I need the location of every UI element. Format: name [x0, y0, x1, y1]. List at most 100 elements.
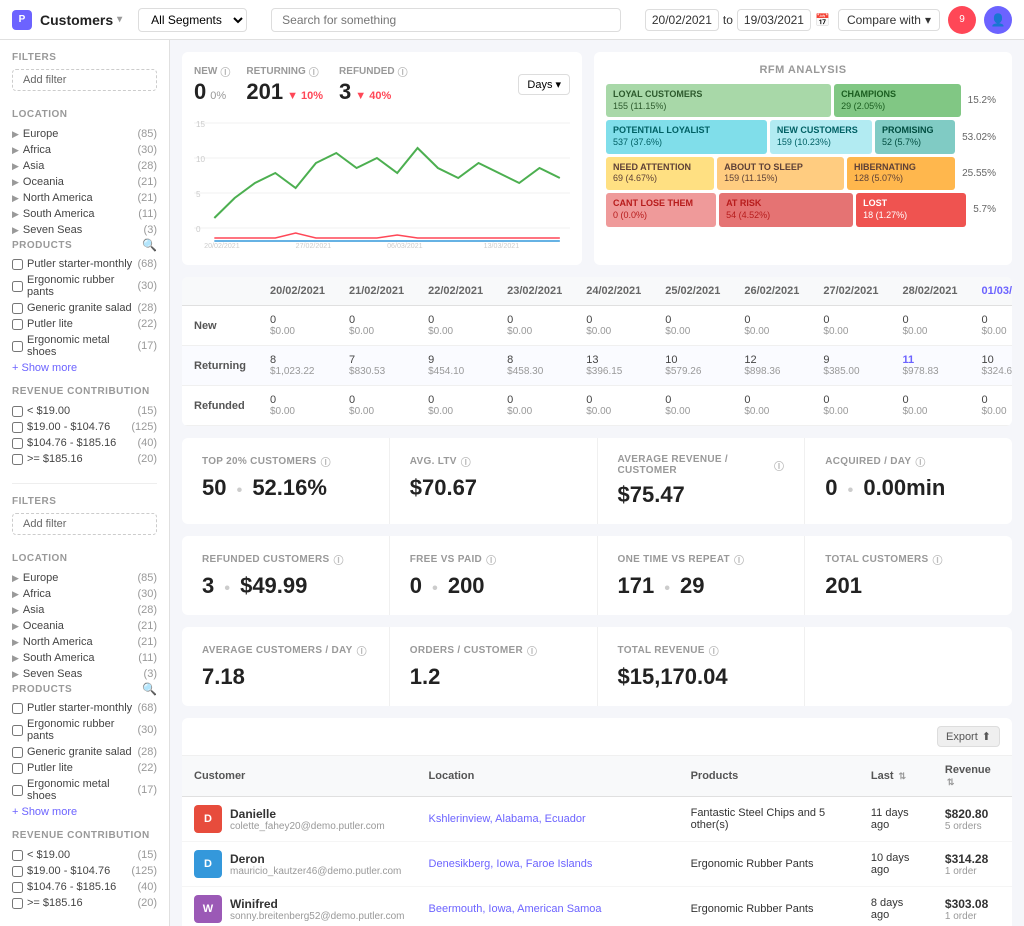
ret-22: 9$454.10 [416, 346, 495, 386]
table-row[interactable]: D Danielle colette_fahey20@demo.putler.c… [182, 797, 1012, 842]
customers-table: Customer Location Products Last ⇅ Revenu… [182, 756, 1012, 926]
product-checkbox[interactable] [12, 763, 23, 774]
location-item[interactable]: ▶North America(21) [12, 190, 157, 206]
refunded-label: REFUNDED ⓘ [339, 64, 408, 79]
location-item[interactable]: ▶Asia(28) [12, 602, 157, 618]
col-revenue[interactable]: Revenue ⇅ [933, 756, 1012, 797]
products-search-icon[interactable]: 🔍 [142, 238, 157, 252]
refunded-stat: REFUNDED ⓘ 3 ▼ 40% [339, 64, 408, 105]
svg-text:10: 10 [196, 155, 206, 164]
product-list-2: Putler starter-monthly(68)Ergonomic rubb… [12, 700, 157, 804]
compare-with-button[interactable]: Compare with ▾ [838, 9, 940, 31]
returning-label: RETURNING ⓘ [246, 64, 323, 79]
chevron-down-icon: ▾ [555, 78, 561, 91]
product-checkbox[interactable] [12, 281, 23, 292]
product-checkbox[interactable] [12, 303, 23, 314]
location-item[interactable]: ▶Africa(30) [12, 142, 157, 158]
customer-name[interactable]: Winifred [230, 897, 405, 911]
location-link[interactable]: Kshlerinview, Alabama, Ecuador [429, 813, 586, 825]
refunded-value: 3 [339, 79, 351, 105]
ref-27: 0$0.00 [811, 386, 890, 426]
show-more-products-2[interactable]: + Show more [12, 804, 157, 820]
search-input[interactable] [271, 8, 621, 32]
product-checkbox[interactable] [12, 319, 23, 330]
location-item[interactable]: ▶South America(11) [12, 206, 157, 222]
product-checkbox[interactable] [12, 785, 23, 796]
location-cell: Denesikberg, Iowa, Faroe Islands [417, 842, 679, 887]
new-28: 0$0.00 [890, 306, 969, 346]
svg-text:20/02/2021: 20/02/2021 [204, 243, 240, 250]
revenue-checkbox[interactable] [12, 438, 23, 449]
product-checkbox[interactable] [12, 725, 23, 736]
segment-select-input[interactable]: All Segments [138, 8, 247, 32]
total-customers-metric: TOTAL CUSTOMERS ⓘ 201 [805, 536, 1012, 615]
products-search-icon-2[interactable]: 🔍 [142, 682, 157, 696]
location-link[interactable]: Beermouth, Iowa, American Samoa [429, 903, 602, 915]
date-from[interactable]: 20/02/2021 [645, 9, 719, 31]
main-layout: FILTERS Add filter LOCATION ▶Europe(85)▶… [0, 40, 1024, 926]
revenue-checkbox[interactable] [12, 850, 23, 861]
days-button[interactable]: Days ▾ [518, 74, 570, 95]
new-01: 0$0.00 [970, 306, 1012, 346]
revenue-checkbox[interactable] [12, 882, 23, 893]
metrics-row-1: TOP 20% CUSTOMERS ⓘ 50 • 52.16% AVG. LTV… [182, 438, 1012, 524]
revenue-checkbox[interactable] [12, 454, 23, 465]
location-item[interactable]: ▶South America(11) [12, 650, 157, 666]
add-filter-button-2[interactable]: Add filter [12, 513, 157, 535]
new-pct: 0% [210, 90, 226, 102]
new-26: 0$0.00 [732, 306, 811, 346]
customer-email: mauricio_kautzer46@demo.putler.com [230, 866, 401, 877]
revenue-item: < $19.00(15) [12, 403, 157, 419]
customer-name[interactable]: Deron [230, 852, 401, 866]
location-item[interactable]: ▶Seven Seas(3) [12, 666, 157, 682]
revenue-checkbox[interactable] [12, 866, 23, 877]
location-item[interactable]: ▶Oceania(21) [12, 174, 157, 190]
metrics-row-2: REFUNDED CUSTOMERS ⓘ 3 • $49.99 FREE VS … [182, 536, 1012, 615]
export-icon: ⬆ [982, 730, 991, 743]
location-item[interactable]: ▶North America(21) [12, 634, 157, 650]
orders-customer-metric: ORDERS / CUSTOMER ⓘ 1.2 [390, 627, 598, 706]
date-breakdown-scroll[interactable]: 20/02/2021 21/02/2021 22/02/2021 23/02/2… [182, 277, 1012, 426]
products-title: PRODUCTS [12, 240, 72, 251]
customer-cell: W Winifred sonny.breitenberg52@demo.putl… [182, 887, 417, 926]
total-rev-info-icon: ⓘ [709, 643, 719, 658]
revenue-checkbox[interactable] [12, 898, 23, 909]
table-row[interactable]: W Winifred sonny.breitenberg52@demo.putl… [182, 887, 1012, 926]
revenue-checkbox[interactable] [12, 422, 23, 433]
acquired-info-icon: ⓘ [915, 454, 925, 469]
product-checkbox[interactable] [12, 341, 23, 352]
segment-selector[interactable]: All Segments [138, 8, 247, 32]
date-col-22: 22/02/2021 [416, 277, 495, 306]
location-item[interactable]: ▶Asia(28) [12, 158, 157, 174]
product-checkbox[interactable] [12, 747, 23, 758]
col-last[interactable]: Last ⇅ [859, 756, 933, 797]
user-avatar[interactable]: 👤 [984, 6, 1012, 34]
one-time-label: ONE TIME VS REPEAT ⓘ [618, 552, 785, 567]
location-item[interactable]: ▶Oceania(21) [12, 618, 157, 634]
export-button[interactable]: Export ⬆ [937, 726, 1000, 747]
empty-metric [805, 627, 1012, 706]
location-item[interactable]: ▶Seven Seas(3) [12, 222, 157, 238]
rfm-loyal: LOYAL CUSTOMERS 155 (11.15%) [606, 84, 831, 117]
title-chevron-icon[interactable]: ▾ [117, 14, 122, 25]
avatar: W [194, 895, 222, 923]
product-checkbox[interactable] [12, 259, 23, 270]
location-item[interactable]: ▶Europe(85) [12, 570, 157, 586]
location-link[interactable]: Denesikberg, Iowa, Faroe Islands [429, 858, 593, 870]
revenue-checkbox[interactable] [12, 406, 23, 417]
free-vs-paid-metric: FREE VS PAID ⓘ 0 • 200 [390, 536, 598, 615]
search-bar[interactable] [271, 8, 621, 32]
rfm-lost: LOST 18 (1.27%) [856, 193, 966, 226]
location-item[interactable]: ▶Europe(85) [12, 126, 157, 142]
notification-button[interactable]: 9 [948, 6, 976, 34]
date-to[interactable]: 19/03/2021 [737, 9, 811, 31]
add-filter-button[interactable]: Add filter [12, 69, 157, 91]
location-item[interactable]: ▶Africa(30) [12, 586, 157, 602]
avg-rev-metric: AVERAGE REVENUE / CUSTOMER ⓘ $75.47 [598, 438, 806, 524]
new-27: 0$0.00 [811, 306, 890, 346]
table-row[interactable]: D Deron mauricio_kautzer46@demo.putler.c… [182, 842, 1012, 887]
new-24: 0$0.00 [574, 306, 653, 346]
customer-name[interactable]: Danielle [230, 807, 385, 821]
show-more-products[interactable]: + Show more [12, 360, 157, 376]
product-checkbox[interactable] [12, 703, 23, 714]
